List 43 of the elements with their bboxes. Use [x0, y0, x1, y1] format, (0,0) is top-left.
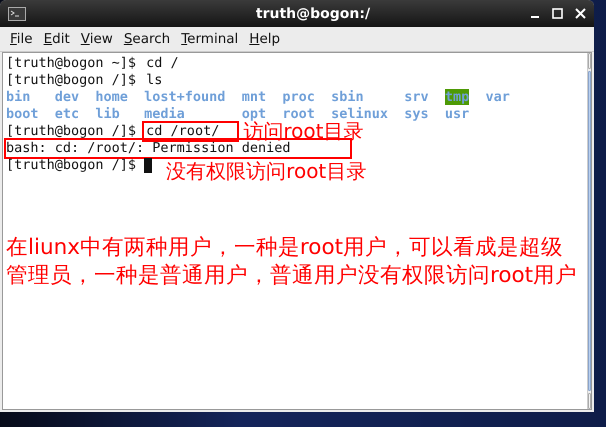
directory-name: var — [485, 89, 510, 105]
maximize-icon[interactable] — [552, 8, 563, 19]
annotation-text: 没有权限访问root目录 — [166, 158, 366, 185]
directory-name: srv — [404, 89, 429, 105]
directory-name: home — [95, 89, 128, 105]
command-text: cd / — [145, 55, 180, 72]
prompt-text: [truth@bogon /]$ — [6, 123, 136, 140]
directory-name: lost+found — [144, 89, 226, 105]
directory-name: tmp — [444, 89, 470, 105]
directory-name: opt — [242, 106, 266, 122]
scroll-down-button[interactable] — [588, 393, 591, 409]
command-text: cd /root/ — [144, 123, 238, 140]
menu-item[interactable]: Terminal — [175, 29, 244, 49]
command-text: ls — [145, 72, 164, 89]
directory-name: dev — [54, 89, 80, 105]
annotation-text: 在liunx中有两种用户，一种是root用户，可以看成是超级管理员，一种是普通用户，普通用户没有权限访问root用户 — [6, 234, 578, 290]
directory-name: etc — [54, 106, 80, 122]
menu-item[interactable]: Search — [118, 29, 176, 49]
menu-item[interactable]: Edit — [38, 29, 75, 49]
directory-name: usr — [444, 106, 470, 122]
directory-name: lib — [95, 106, 120, 122]
menu-item[interactable]: Help — [243, 29, 286, 49]
directory-name: mnt — [242, 89, 266, 105]
directory-name: sys — [404, 106, 429, 122]
menu-item[interactable]: File — [4, 29, 38, 49]
terminal-icon — [8, 6, 26, 20]
scrollbar-thumb[interactable] — [588, 71, 591, 391]
directory-name: bin — [6, 89, 30, 105]
directory-name: selinux — [331, 106, 388, 122]
error-message: bash: cd: /root/: Permission denied — [6, 140, 350, 157]
menu-item[interactable]: View — [74, 29, 118, 49]
directory-name: media — [144, 106, 185, 122]
window-title: truth@bogon:/ — [254, 6, 370, 22]
directory-name: boot — [6, 106, 39, 122]
prompt-text: [truth@bogon ~]$ — [6, 55, 136, 72]
directory-name: sbin — [331, 89, 364, 105]
close-icon[interactable] — [575, 8, 586, 19]
prompt-text: [truth@bogon /]$ — [6, 157, 136, 174]
prompt-text: [truth@bogon /]$ — [6, 72, 136, 89]
directory-name: root — [282, 106, 315, 122]
scroll-up-button[interactable] — [588, 53, 591, 69]
scrollbar[interactable] — [587, 53, 591, 409]
directory-name: proc — [282, 89, 315, 105]
